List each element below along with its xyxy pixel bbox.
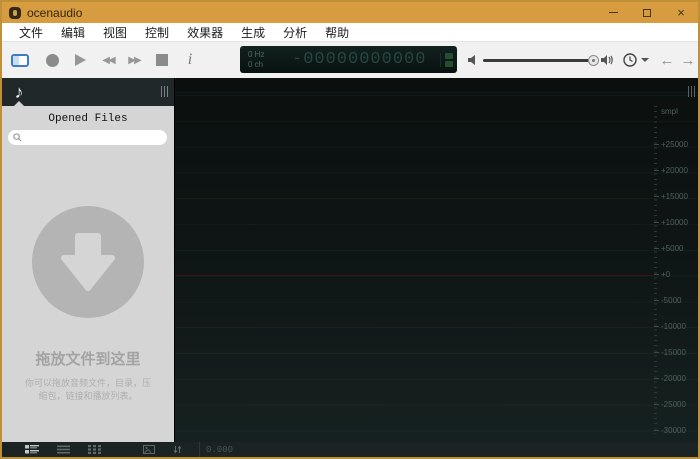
compact-list-icon xyxy=(57,445,70,454)
sort-arrows-icon xyxy=(173,445,182,454)
maximize-icon xyxy=(643,9,651,17)
scale-grip-handle[interactable] xyxy=(688,86,695,97)
search-box xyxy=(8,130,167,145)
window-controls: × xyxy=(596,2,698,23)
amplitude-scale: smpl +25000 +20000 +15000 +10000 +5000 +… xyxy=(654,78,698,442)
lcd-mode-bottom-icon xyxy=(445,61,453,67)
menu-analyze[interactable]: 分析 xyxy=(274,23,316,41)
search-input[interactable] xyxy=(25,132,155,143)
lcd-sample-rate: 0 Hz xyxy=(248,50,292,60)
scale-ticks xyxy=(654,106,657,434)
status-bar: 0.000 xyxy=(2,442,698,457)
scale-tick-label: -10000 xyxy=(661,322,686,332)
waveform-editor[interactable]: smpl +25000 +20000 +15000 +10000 +5000 +… xyxy=(174,78,698,442)
menu-effects[interactable]: 效果器 xyxy=(178,23,232,41)
chevron-down-icon xyxy=(641,58,649,62)
lcd-time-counter: -00000000000 xyxy=(292,50,426,69)
history-back-button[interactable]: ← xyxy=(657,48,677,72)
volume-slider[interactable] xyxy=(483,59,597,62)
opened-files-panel: Opened Files 拖放文件到这里 你可以拖放音频文件，目录，压缩包，链接… xyxy=(2,106,174,442)
scale-tick-label: -15000 xyxy=(661,348,686,358)
drop-circle xyxy=(32,206,144,318)
stop-icon xyxy=(156,54,168,66)
volume-high-icon xyxy=(600,53,614,67)
maximize-button[interactable] xyxy=(630,2,664,23)
minimize-button[interactable] xyxy=(596,2,630,23)
menu-view[interactable]: 视图 xyxy=(94,23,136,41)
selection-icon xyxy=(11,54,29,67)
sidebar-tab-strip: ♪ xyxy=(2,78,174,106)
menu-help[interactable]: 帮助 xyxy=(316,23,358,41)
file-dropzone[interactable]: 拖放文件到这里 你可以拖放音频文件，目录，压缩包，链接和播放列表。 xyxy=(2,206,174,403)
main-content: ♪ Opened Files 拖放文件到这里 你可以拖放音频文件，目录，压 xyxy=(2,78,698,442)
record-icon xyxy=(46,54,59,67)
selection-tool-button[interactable] xyxy=(8,48,32,72)
view-detailed-list-button[interactable] xyxy=(16,442,48,457)
play-icon xyxy=(75,54,86,66)
scale-tick-label: -5000 xyxy=(661,296,681,306)
window-title: ocenaudio xyxy=(27,6,82,20)
tab-opened-files[interactable]: ♪ xyxy=(2,78,36,106)
scale-tick-label: +15000 xyxy=(661,192,688,202)
menu-bar: 文件 编辑 视图 控制 效果器 生成 分析 帮助 xyxy=(2,23,698,42)
scale-tick-label: -20000 xyxy=(661,374,686,384)
menu-generate[interactable]: 生成 xyxy=(232,23,274,41)
info-button[interactable]: i xyxy=(178,48,202,72)
zero-amplitude-line xyxy=(175,275,654,276)
lcd-channel-count: 0 ch xyxy=(248,60,292,70)
scale-tick-label: +0 xyxy=(661,270,670,280)
volume-control xyxy=(466,48,618,72)
scale-tick-label: +25000 xyxy=(661,140,688,150)
scale-tick-label: -30000 xyxy=(661,426,686,436)
dropzone-description: 你可以拖放音频文件，目录，压缩包，链接和播放列表。 xyxy=(23,377,153,403)
gridlines xyxy=(175,78,698,442)
volume-slider-handle[interactable] xyxy=(588,55,599,66)
lcd-stream-info: 0 Hz 0 ch xyxy=(240,50,292,70)
rewind-button[interactable]: ◀◀ xyxy=(96,48,120,72)
menu-file[interactable]: 文件 xyxy=(10,23,52,41)
time-format-button[interactable] xyxy=(622,49,652,71)
scale-tick-label: +10000 xyxy=(661,218,688,228)
sidebar: ♪ Opened Files 拖放文件到这里 你可以拖放音频文件，目录，压 xyxy=(2,78,174,442)
image-icon xyxy=(143,445,155,454)
minimize-icon xyxy=(609,12,618,13)
view-grid-button[interactable] xyxy=(79,442,110,457)
download-arrow-icon xyxy=(56,230,120,294)
record-button[interactable] xyxy=(40,48,64,72)
fast-forward-button[interactable]: ▶▶ xyxy=(122,48,146,72)
app-logo-icon xyxy=(9,7,21,19)
scale-tick-label: +20000 xyxy=(661,166,688,176)
sidebar-grip-handle[interactable] xyxy=(161,86,168,97)
sort-button[interactable] xyxy=(164,442,191,457)
app-window: ocenaudio × 文件 编辑 视图 控制 效果器 生成 分析 帮助 ◀◀ … xyxy=(0,0,700,459)
clock-icon xyxy=(622,52,638,68)
scale-tick-label: -25000 xyxy=(661,400,686,410)
grid-icon xyxy=(88,445,101,454)
history-forward-button[interactable]: → xyxy=(678,48,698,72)
play-button[interactable] xyxy=(68,48,92,72)
toolbar: ◀◀ ▶▶ i 0 Hz 0 ch -00000000000 xyxy=(2,42,698,78)
menu-edit[interactable]: 编辑 xyxy=(52,23,94,41)
close-button[interactable]: × xyxy=(664,2,698,23)
search-icon xyxy=(13,133,22,142)
menu-control[interactable]: 控制 xyxy=(136,23,178,41)
title-bar: ocenaudio × xyxy=(2,2,698,23)
lcd-mode-top-icon xyxy=(445,53,453,59)
view-compact-list-button[interactable] xyxy=(48,442,79,457)
dropzone-title: 拖放文件到这里 xyxy=(2,348,174,369)
thumbnail-toggle-button[interactable] xyxy=(134,442,164,457)
stop-button[interactable] xyxy=(150,48,174,72)
scale-unit-label: smpl xyxy=(661,107,678,116)
detailed-list-icon xyxy=(25,445,39,454)
cursor-position-readout: 0.000 xyxy=(200,445,233,455)
scale-tick-label: +5000 xyxy=(661,244,683,254)
lcd-mode-icons[interactable] xyxy=(440,53,453,67)
lcd-display: 0 Hz 0 ch -00000000000 xyxy=(240,46,457,73)
volume-low-icon xyxy=(466,53,480,67)
panel-title: Opened Files xyxy=(2,106,174,125)
